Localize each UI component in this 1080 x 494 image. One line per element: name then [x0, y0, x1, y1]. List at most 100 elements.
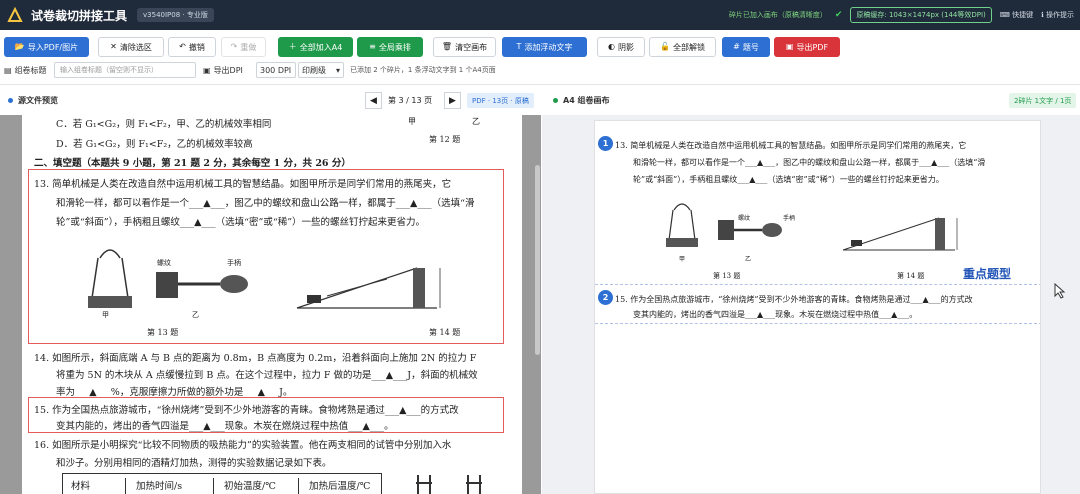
- source-preview[interactable]: C．若 G₁<G₂，则 F₁<F₂，甲、乙的机械效率相同 甲 乙 D．若 G₁<…: [0, 115, 541, 494]
- canvas-line: 变其内能的，烤出的香气四溢是___▲___现象。木炭在燃烧过程中热值___▲__…: [633, 310, 918, 319]
- trash-icon: 🗑: [441, 42, 453, 51]
- table-header: 材料: [71, 481, 91, 492]
- redo-icon: ↷: [230, 42, 238, 51]
- doc-line: 轮”或“斜面”），手柄粗且螺纹___▲___（选填“密”或“稀”）一些的螺丝钉拧…: [56, 217, 426, 228]
- figure-label: 手柄: [227, 259, 241, 267]
- help-label: 操作提示: [1046, 11, 1074, 19]
- right-panel-title: A4 组卷画布: [563, 95, 610, 105]
- dot-icon: [553, 97, 558, 103]
- folder-icon: 📂: [14, 42, 25, 51]
- title-setting: ▤ 组卷标题: [4, 62, 47, 78]
- shortcuts-label: 快捷键: [1012, 11, 1034, 19]
- clear-canvas-label: 清空画布: [455, 42, 488, 52]
- figure-label: 乙: [745, 256, 752, 263]
- import-button[interactable]: 📂 导入PDF/图片: [4, 37, 89, 57]
- canvas-caption-14: 第 14 题: [897, 272, 925, 280]
- redo-label: 重做: [240, 42, 257, 52]
- prev-page-button[interactable]: ◀: [365, 92, 382, 109]
- doc-line: 和滑轮一样，都可以看作是一个___▲___，图乙中的螺纹和盘山公路一样，都属于_…: [56, 198, 475, 209]
- pdf-badge: PDF · 13页 · 原稿: [467, 93, 534, 108]
- help-button[interactable]: ℹ 操作提示: [1041, 10, 1074, 20]
- table-header: 加热后温度/℃: [298, 478, 370, 494]
- fragment-separator: [595, 284, 1040, 285]
- figure-label: 手柄: [783, 215, 796, 222]
- figure-14: [296, 267, 441, 309]
- shadow-label: 阴影: [617, 42, 634, 52]
- unlock-all-button[interactable]: 🔓 全部解锁: [649, 37, 716, 57]
- figure-label: 乙: [192, 311, 199, 319]
- doc-line: 将重为 5N 的木块从 A 点缓慢拉到 B 点。在这个过程中，拉力 F 做的功是…: [56, 370, 478, 381]
- section-heading: 二、填空题（本题共 9 小题，第 21 题 2 分，其余每空 1 分，共 26 …: [34, 158, 351, 169]
- table-header: 加热时间/s: [125, 478, 182, 494]
- cursor-icon: [1054, 283, 1066, 299]
- add-floating-text-button[interactable]: T 添加浮动文字: [502, 37, 587, 57]
- canvas-caption-13: 第 13 题: [713, 272, 741, 280]
- doc-figure-label: 乙: [472, 117, 480, 126]
- triangle-right-icon: ▶: [449, 95, 456, 106]
- scrollbar[interactable]: [535, 165, 540, 355]
- shadow-button[interactable]: ◐ 阴影: [597, 37, 645, 57]
- redo-button[interactable]: ↷ 重做: [221, 37, 266, 57]
- undo-button[interactable]: ↶ 撤销: [168, 37, 216, 57]
- left-panel-title: 源文件预览: [18, 95, 58, 105]
- dpi-label: 导出DPI: [213, 65, 243, 75]
- plus-icon: ＋: [288, 42, 297, 51]
- version-badge: v3540IP08 · 专业版: [137, 8, 214, 22]
- add-all-a4-button[interactable]: ＋全部加入A4: [278, 37, 353, 57]
- app-logo-icon: [7, 6, 23, 23]
- clear-selection-button[interactable]: ✕ 清除选区: [98, 37, 164, 57]
- add-all-a4-label: 全部加入A4: [299, 42, 343, 52]
- doc-figure-label: 甲: [408, 117, 416, 126]
- title-icon: ▤: [4, 65, 12, 75]
- chevron-down-icon: ▾: [335, 65, 340, 75]
- numbering-label: 题号: [742, 42, 759, 52]
- app-title: 试卷裁切拼接工具: [31, 8, 128, 23]
- canvas-line: 轮”或“斜面”），手柄粗且螺纹___▲___（选填“密”或“稀”）一些的螺丝钉拧…: [633, 175, 944, 184]
- floating-text[interactable]: 重点题型: [963, 265, 1011, 282]
- mode-select[interactable]: 印刷级 ▾: [298, 62, 344, 78]
- undo-icon: ↶: [179, 42, 186, 51]
- canvas-figure-14: [842, 217, 958, 251]
- figure-13: [88, 249, 248, 308]
- add-floating-text-label: 添加浮动文字: [524, 42, 573, 52]
- caption-13: 第 13 题: [147, 328, 179, 337]
- figure-label: 螺纹: [157, 259, 171, 267]
- settings-row: ▤ 组卷标题 输入组卷标题（留空则不显示） ▣ 导出DPI 300 DPI 印刷级 ▾…: [0, 62, 1080, 78]
- unlock-icon: 🔓: [660, 42, 670, 51]
- doc-line: 15. 作为全国热点旅游城市，“徐州烧烤”受到不少外地游客的青睐。食物烤熟是通过…: [34, 405, 459, 416]
- a4-canvas[interactable]: 1 13. 简单机械是人类在改造自然中运用机械工具的智慧结晶。如图甲所示是同学们…: [594, 120, 1041, 494]
- caption-14: 第 14 题: [429, 328, 461, 337]
- shortcuts-button[interactable]: ⌨ 快捷键: [1000, 10, 1033, 20]
- data-table: 材料 加热时间/s 初始温度/℃ 加热后温度/℃: [62, 473, 382, 494]
- figure-label: 甲: [679, 256, 686, 263]
- dpi-setting: ▣ 导出DPI: [203, 62, 243, 78]
- canvas-line: 和滑轮一样，都可以看作是一个___▲___，图乙中的螺纹和盘山公路一样，都属于_…: [633, 158, 986, 167]
- undo-label: 撤销: [188, 42, 205, 52]
- next-page-button[interactable]: ▶: [444, 92, 461, 109]
- source-page[interactable]: C．若 G₁<G₂，则 F₁<F₂，甲、乙的机械效率相同 甲 乙 D．若 G₁<…: [22, 115, 522, 494]
- doc-line: D．若 G₁<G₂，则 F₁<F₂，乙的机械效率较高: [56, 139, 253, 150]
- title-bar: 试卷裁切拼接工具 v3540IP08 · 专业版 碎片已加入画布（原稿清晰度） …: [0, 0, 1080, 30]
- shadow-icon: ◐: [608, 42, 615, 51]
- title-input[interactable]: 输入组卷标题（留空则不显示）: [54, 62, 196, 78]
- clear-canvas-button[interactable]: 🗑 清空画布: [433, 37, 496, 57]
- dpi-select[interactable]: 300 DPI: [256, 62, 296, 78]
- title-label: 组卷标题: [14, 65, 47, 75]
- status-summary: 已添加 2 个碎片，1 条浮动文字到 1 个A4页面: [350, 66, 496, 74]
- number-badge-2[interactable]: 2: [598, 290, 613, 305]
- figure-label: 螺纹: [738, 215, 751, 222]
- fragment-separator: [595, 323, 1040, 324]
- apparatus-figure: [416, 475, 482, 494]
- left-panel-header: 源文件预览: [8, 86, 58, 114]
- add-all-row-button[interactable]: ≡ 全局乘排: [357, 37, 423, 57]
- mode-value: 印刷级: [302, 65, 326, 75]
- rows-icon: ≡: [369, 42, 376, 51]
- add-all-row-label: 全局乘排: [378, 42, 411, 52]
- figure-label: 甲: [102, 311, 109, 319]
- doc-line: 16. 如图所示是小明探究“比较不同物质的吸热能力”的实验装置。他在两支相同的试…: [34, 440, 452, 451]
- numbering-button[interactable]: # 题号: [722, 37, 770, 57]
- export-icon: ▣: [203, 65, 211, 75]
- export-pdf-button[interactable]: ▣ 导出PDF: [774, 37, 840, 57]
- number-badge-1[interactable]: 1: [598, 136, 613, 151]
- canvas-line: 13. 简单机械是人类在改造自然中运用机械工具的智慧结晶。如图甲所示是同学们常用…: [615, 141, 967, 150]
